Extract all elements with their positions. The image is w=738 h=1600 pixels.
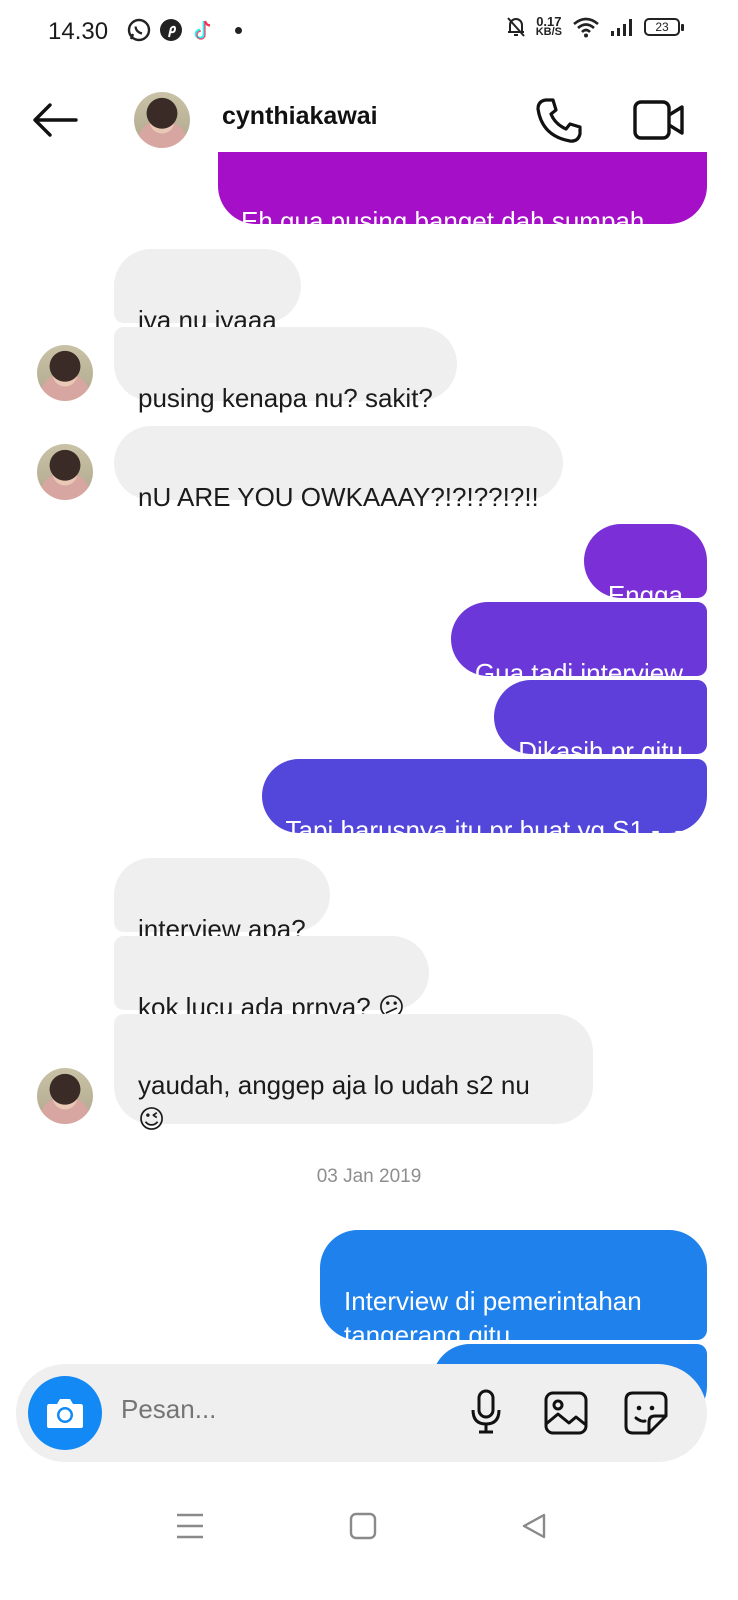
message-incoming[interactable]: pusing kenapa nu? sakit? bbox=[114, 327, 457, 413]
speed-unit: KB/S bbox=[535, 26, 562, 38]
phone-icon[interactable] bbox=[534, 96, 584, 146]
contact-avatar[interactable] bbox=[134, 92, 190, 148]
status-bar: 14.30 0.17 KB/S 23 bbox=[0, 0, 738, 64]
system-status-icons: 0.17 KB/S 23 bbox=[506, 15, 684, 38]
mute-bell-icon bbox=[506, 17, 525, 37]
home-square-icon[interactable] bbox=[349, 1512, 377, 1540]
back-arrow-icon[interactable] bbox=[30, 100, 80, 140]
sender-avatar[interactable] bbox=[37, 345, 93, 401]
gallery-icon[interactable] bbox=[543, 1390, 589, 1436]
message-incoming[interactable]: yaudah, anggep aja lo udah s2 nu 😉 bbox=[114, 1014, 593, 1134]
message-incoming[interactable]: iya nu iyaaa bbox=[114, 249, 301, 335]
video-camera-icon[interactable] bbox=[632, 98, 686, 142]
message-text: yaudah, anggep aja lo udah s2 nu 😉 bbox=[138, 1070, 530, 1134]
message-outgoing[interactable]: Engga bbox=[583, 524, 707, 610]
notification-icons bbox=[127, 18, 242, 42]
microphone-icon[interactable] bbox=[468, 1388, 504, 1436]
camera-button[interactable] bbox=[28, 1376, 102, 1450]
back-triangle-icon[interactable] bbox=[520, 1512, 548, 1540]
wifi-icon bbox=[573, 17, 599, 38]
message-composer bbox=[16, 1364, 707, 1462]
message-incoming[interactable]: interview apa? bbox=[114, 858, 330, 944]
pinterest-icon bbox=[160, 19, 182, 41]
system-nav-bar bbox=[0, 1480, 738, 1600]
message-outgoing[interactable]: Interview di pemerintahan tangerang gitu bbox=[320, 1230, 707, 1350]
message-outgoing[interactable]: Tapi harusnya itu pr buat yg S1 -_- bbox=[261, 759, 707, 845]
tiktok-icon bbox=[194, 20, 211, 40]
message-text: Tapi harusnya itu pr buat yg S1 -_- bbox=[285, 815, 683, 845]
sticker-icon[interactable] bbox=[623, 1390, 669, 1436]
message-text: pusing kenapa nu? sakit? bbox=[138, 383, 433, 413]
message-input[interactable] bbox=[121, 1394, 451, 1425]
message-text: nU ARE YOU OWKAAAY?!?!??!?!! bbox=[138, 482, 539, 512]
message-incoming[interactable]: kok lucu ada prnya? 😕 bbox=[114, 936, 430, 1022]
whatsapp-icon bbox=[127, 18, 151, 42]
camera-icon bbox=[47, 1399, 83, 1428]
signal-icon bbox=[611, 19, 632, 36]
menu-icon[interactable] bbox=[175, 1512, 205, 1540]
message-outgoing[interactable]: Dikasih pr gitu bbox=[494, 680, 707, 766]
status-time: 14.30 bbox=[48, 18, 109, 45]
more-notifications-dot bbox=[235, 26, 242, 34]
message-outgoing[interactable]: Eh gua pusing banget dah sumpah bbox=[218, 152, 707, 236]
message-outgoing[interactable]: Gua tadi interview bbox=[450, 602, 707, 688]
contact-name[interactable]: cynthiakawai bbox=[222, 102, 378, 131]
message-text: Eh gua pusing banget dah sumpah bbox=[241, 206, 645, 236]
message-incoming[interactable]: nU ARE YOU OWKAAAY?!?!??!?!! bbox=[114, 426, 563, 512]
battery-icon: 23 bbox=[644, 18, 684, 36]
chat-screen: 14.30 0.17 KB/S 23 cynthiakawai Eh gua p… bbox=[0, 0, 738, 1600]
sender-avatar[interactable] bbox=[37, 444, 93, 500]
message-text: Interview di pemerintahan tangerang gitu bbox=[344, 1286, 642, 1350]
date-separator: 03 Jan 2019 bbox=[316, 1166, 422, 1187]
sender-avatar[interactable] bbox=[37, 1068, 93, 1124]
network-speed: 0.17 KB/S bbox=[535, 15, 562, 38]
